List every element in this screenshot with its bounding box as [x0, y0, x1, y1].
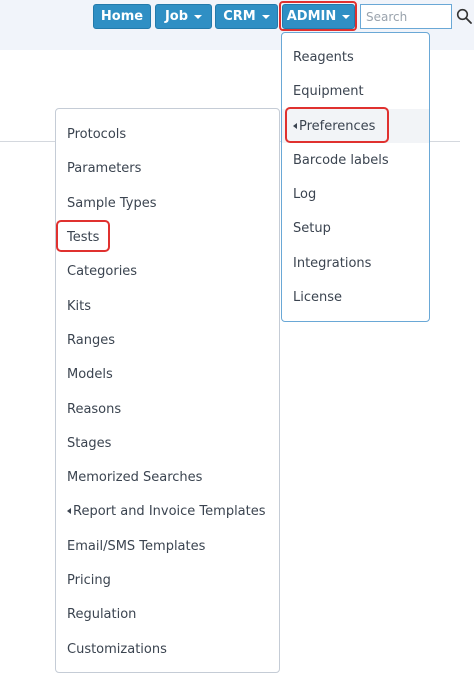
- pref-item-tests[interactable]: Tests: [56, 220, 279, 254]
- pref-item-pricing[interactable]: Pricing: [56, 563, 279, 597]
- menu-item-label: Setup: [293, 220, 331, 236]
- search-input[interactable]: [360, 4, 452, 29]
- menu-item-label: Customizations: [67, 641, 167, 657]
- menu-item-label: Memorized Searches: [67, 469, 203, 485]
- pref-item-report-invoice-templates[interactable]: Report and Invoice Templates: [56, 494, 279, 528]
- pref-item-customizations[interactable]: Customizations: [56, 632, 279, 666]
- admin-item-setup[interactable]: Setup: [282, 211, 429, 245]
- menu-item-label: Sample Types: [67, 195, 157, 211]
- pref-item-categories[interactable]: Categories: [56, 254, 279, 288]
- caret-down-icon: [342, 14, 351, 19]
- admin-item-barcode-labels[interactable]: Barcode labels: [282, 143, 429, 177]
- admin-item-log[interactable]: Log: [282, 177, 429, 211]
- admin-item-license[interactable]: License: [282, 280, 429, 314]
- admin-item-integrations[interactable]: Integrations: [282, 246, 429, 280]
- menu-item-label: Log: [293, 186, 317, 202]
- admin-dropdown-menu: Reagents Equipment Preferences Barcode l…: [281, 32, 430, 322]
- menu-item-label: Models: [67, 366, 113, 382]
- admin-item-preferences[interactable]: Preferences: [282, 109, 429, 143]
- menu-item-label: Equipment: [293, 83, 364, 99]
- pref-item-stages[interactable]: Stages: [56, 426, 279, 460]
- pref-item-ranges[interactable]: Ranges: [56, 323, 279, 357]
- crm-button-label: CRM: [223, 9, 256, 24]
- menu-item-label: Tests: [67, 229, 100, 245]
- job-menu-button[interactable]: Job: [155, 4, 212, 29]
- caret-left-icon: [67, 508, 71, 514]
- menu-item-label: Reagents: [293, 49, 354, 65]
- job-button-label: Job: [164, 9, 189, 24]
- pref-item-parameters[interactable]: Parameters: [56, 151, 279, 185]
- preferences-submenu: Protocols Parameters Sample Types Tests …: [55, 108, 280, 673]
- home-button-label: Home: [100, 9, 144, 24]
- menu-item-label: Stages: [67, 435, 112, 451]
- caret-down-icon: [261, 14, 270, 19]
- caret-left-icon: [293, 123, 297, 129]
- menu-item-label: Categories: [67, 263, 138, 279]
- menu-item-label: Regulation: [67, 606, 137, 622]
- home-button[interactable]: Home: [93, 4, 151, 29]
- pref-item-regulation[interactable]: Regulation: [56, 597, 279, 631]
- menu-item-label: Parameters: [67, 160, 142, 176]
- menu-item-label: Barcode labels: [293, 152, 389, 168]
- pref-item-sample-types[interactable]: Sample Types: [56, 186, 279, 220]
- crm-menu-button[interactable]: CRM: [215, 4, 278, 29]
- menu-item-label: Report and Invoice Templates: [73, 503, 266, 519]
- caret-down-icon: [194, 14, 203, 19]
- search-icon[interactable]: [456, 8, 472, 24]
- menu-item-label: Reasons: [67, 401, 122, 417]
- pref-item-protocols[interactable]: Protocols: [56, 117, 279, 151]
- menu-item-label: Pricing: [67, 572, 111, 588]
- menu-item-label: Email/SMS Templates: [67, 538, 206, 554]
- admin-menu-button[interactable]: ADMIN: [282, 4, 355, 29]
- pref-item-kits[interactable]: Kits: [56, 289, 279, 323]
- admin-item-reagents[interactable]: Reagents: [282, 40, 429, 74]
- menu-item-label: Ranges: [67, 332, 115, 348]
- pref-item-models[interactable]: Models: [56, 357, 279, 391]
- pref-item-memorized-searches[interactable]: Memorized Searches: [56, 460, 279, 494]
- menu-item-label: Kits: [67, 298, 92, 314]
- menu-item-label: License: [293, 289, 343, 305]
- pref-item-email-sms-templates[interactable]: Email/SMS Templates: [56, 529, 279, 563]
- pref-item-reasons[interactable]: Reasons: [56, 392, 279, 426]
- menu-item-label: Preferences: [299, 118, 376, 134]
- admin-item-equipment[interactable]: Equipment: [282, 74, 429, 108]
- menu-item-label: Integrations: [293, 255, 372, 271]
- admin-button-label: ADMIN: [286, 9, 337, 24]
- menu-item-label: Protocols: [67, 126, 127, 142]
